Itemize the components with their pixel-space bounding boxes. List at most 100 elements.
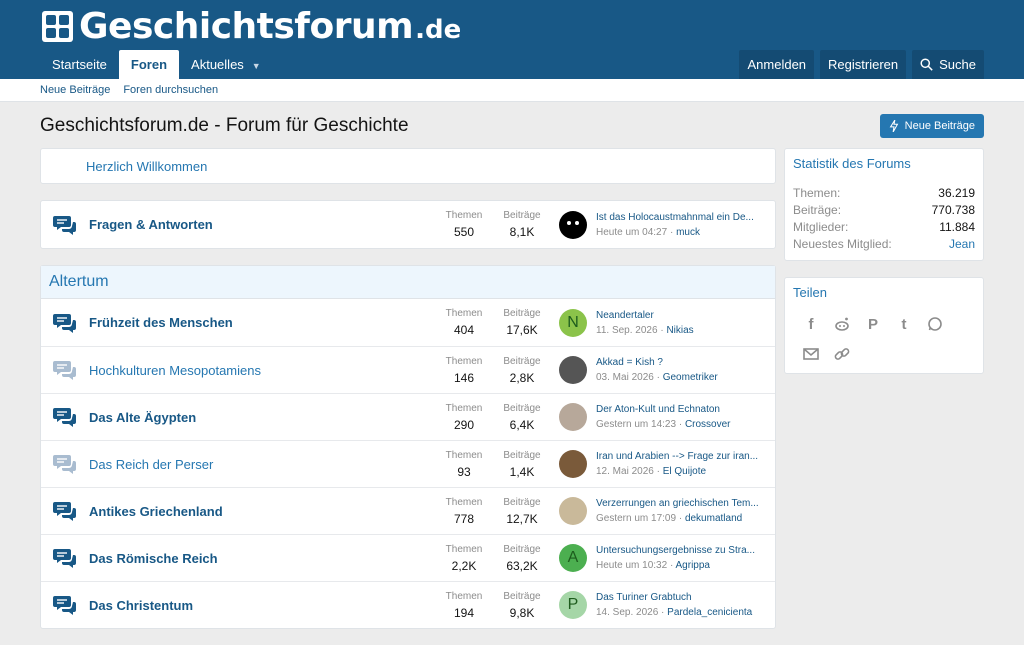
forum-stats-title: Statistik des Forums: [793, 156, 911, 171]
tab-startseite[interactable]: Startseite: [40, 50, 119, 79]
threads-stat: Themen 146: [435, 356, 493, 385]
avatar[interactable]: N: [559, 308, 587, 337]
avatar[interactable]: A: [559, 544, 587, 572]
last-post-user[interactable]: Crossover: [685, 419, 731, 430]
posts-label: Beiträge: [503, 308, 541, 319]
last-post-title[interactable]: Ist das Holocaustmahnmal ein De...: [596, 212, 768, 223]
last-post-title[interactable]: Neandertaler: [596, 310, 768, 321]
posts-count: 8,1K: [509, 225, 535, 239]
tab-aktuelles[interactable]: Aktuelles ▼: [179, 50, 273, 79]
threads-count: 93: [457, 464, 471, 479]
forum-title[interactable]: Fragen & Antworten: [89, 217, 435, 232]
last-post-meta: 11. Sep. 2026 · Nikias: [596, 324, 694, 336]
last-post-date[interactable]: Heute um 10:32: [596, 560, 667, 571]
last-post-date[interactable]: 03. Mai 2026: [596, 372, 654, 383]
tumblr-icon[interactable]: t: [894, 314, 914, 334]
threads-label: Themen: [445, 543, 483, 555]
posts-stat: Beiträge 8,1K: [493, 210, 551, 239]
new-posts-link[interactable]: Neue Beiträge: [40, 84, 110, 96]
email-icon[interactable]: [801, 344, 821, 364]
threads-count: 404: [453, 323, 475, 337]
posts-count: 12,7K: [506, 511, 538, 526]
category-rows: Frühzeit des Menschen Themen 404 Beiträge 17…: [41, 299, 775, 628]
category-block: Altertum Frühzeit des Menschen Themen 404 B…: [40, 265, 776, 629]
stat-row: Themen: 36.219: [793, 185, 975, 202]
forum-title[interactable]: Das Reich der Perser: [89, 457, 435, 472]
last-post-date[interactable]: Gestern um 14:23: [596, 419, 676, 430]
forum-title[interactable]: Das Römische Reich: [89, 551, 435, 566]
reddit-glyph: [835, 317, 849, 331]
avatar[interactable]: [559, 403, 587, 431]
last-post-title[interactable]: Akkad = Kish ?: [596, 357, 768, 368]
last-post-info: Akkad = Kish ? 03. Mai 2026 · Geometriker: [596, 357, 768, 383]
forum-title[interactable]: Das Alte Ägypten: [89, 410, 435, 425]
sidebar: Statistik des Forums Themen: 36.219 Beitr…: [784, 148, 984, 390]
last-post-date[interactable]: 12. Mai 2026: [596, 466, 654, 477]
tab-foren[interactable]: Foren: [118, 50, 180, 79]
posts-count: 2,8K: [509, 370, 535, 385]
last-post-date[interactable]: 14. Sep. 2026: [596, 607, 658, 618]
newest-member-link[interactable]: Jean: [949, 236, 975, 253]
last-post-user[interactable]: El Quijote: [663, 466, 706, 477]
search-button[interactable]: Suche: [912, 50, 984, 79]
category-title[interactable]: Altertum: [41, 266, 775, 299]
last-post-meta: Heute um 10:32 · Agrippa: [596, 560, 710, 571]
avatar[interactable]: [559, 210, 587, 239]
posts-label: Beiträge: [503, 355, 541, 367]
forum-title[interactable]: Antikes Griechenland: [89, 504, 435, 519]
last-post-user[interactable]: Agrippa: [676, 560, 710, 571]
welcome-link[interactable]: Herzlich Willkommen: [86, 159, 207, 174]
forum-title[interactable]: Das Christentum: [89, 598, 435, 613]
whatsapp-icon[interactable]: [925, 314, 945, 334]
stat-key: Mitglieder:: [793, 220, 849, 234]
welcome-block[interactable]: Herzlich Willkommen: [40, 148, 776, 184]
stat-value: 770.738: [931, 203, 975, 217]
last-post-title[interactable]: Der Aton-Kult und Echnaton: [596, 404, 768, 415]
forum-list: Herzlich Willkommen Fragen & Antworten T…: [40, 148, 776, 645]
chevron-down-icon[interactable]: ▼: [252, 61, 261, 71]
tab-aktuelles-label: Aktuelles: [191, 57, 244, 72]
new-posts-button[interactable]: Neue Beiträge: [879, 114, 984, 138]
forum-title[interactable]: Hochkulturen Mesopotamiens: [89, 363, 435, 378]
last-post-date[interactable]: Heute um 04:27: [596, 227, 667, 238]
last-post-info: Ist das Holocaustmahnmal ein De... Heute…: [596, 212, 768, 238]
posts-count: 17,6K: [506, 323, 538, 337]
last-post-user[interactable]: Nikias: [666, 325, 693, 336]
last-post-title[interactable]: Iran und Arabien --> Frage zur iran...: [596, 451, 768, 462]
last-post-user[interactable]: dekumatland: [685, 513, 742, 524]
page-title-row: Geschichtsforum.de - Forum für Geschicht…: [40, 113, 984, 139]
site-header: Geschichtsforum .de Startseite Foren Akt…: [0, 0, 1024, 79]
threads-label: Themen: [445, 210, 483, 221]
chat-bubbles-icon: [53, 502, 76, 521]
avatar[interactable]: [559, 497, 587, 525]
logo-icon: [42, 11, 73, 42]
forum-stats-block: Statistik des Forums Themen: 36.219 Beitr…: [784, 148, 984, 261]
search-forums-link[interactable]: Foren durchsuchen: [123, 84, 218, 96]
last-post-title[interactable]: Verzerrungen an griechischen Tem...: [596, 498, 768, 509]
facebook-icon[interactable]: f: [801, 314, 821, 334]
last-post-user[interactable]: Geometriker: [663, 372, 718, 383]
last-post-date[interactable]: Gestern um 17:09: [596, 513, 676, 524]
posts-label: Beiträge: [503, 543, 541, 555]
avatar[interactable]: [559, 450, 587, 478]
posts-label: Beiträge: [503, 590, 541, 602]
share-title: Teilen: [793, 285, 827, 300]
last-post-user[interactable]: muck: [676, 227, 700, 238]
last-post-date[interactable]: 11. Sep. 2026: [596, 325, 658, 336]
last-post-user[interactable]: Pardela_cenicienta: [667, 607, 752, 618]
link-icon[interactable]: [832, 344, 852, 364]
last-post-title[interactable]: Untersuchungsergebnisse zu Stra...: [596, 545, 768, 556]
last-post-meta: Gestern um 17:09 · dekumatland: [596, 513, 743, 524]
register-button[interactable]: Registrieren: [820, 50, 907, 79]
reddit-icon[interactable]: [832, 314, 852, 334]
chat-bubbles-icon: [53, 361, 76, 380]
site-logo[interactable]: Geschichtsforum .de: [42, 7, 461, 47]
avatar[interactable]: P: [559, 591, 587, 619]
pinterest-icon[interactable]: P: [863, 314, 883, 334]
avatar[interactable]: [559, 356, 587, 384]
main-nav: Startseite Foren Aktuelles ▼: [40, 50, 273, 79]
stat-key: Beiträge:: [793, 203, 842, 217]
login-button[interactable]: Anmelden: [739, 50, 815, 79]
last-post-title[interactable]: Das Turiner Grabtuch: [596, 592, 768, 603]
forum-title[interactable]: Frühzeit des Menschen: [89, 315, 435, 330]
